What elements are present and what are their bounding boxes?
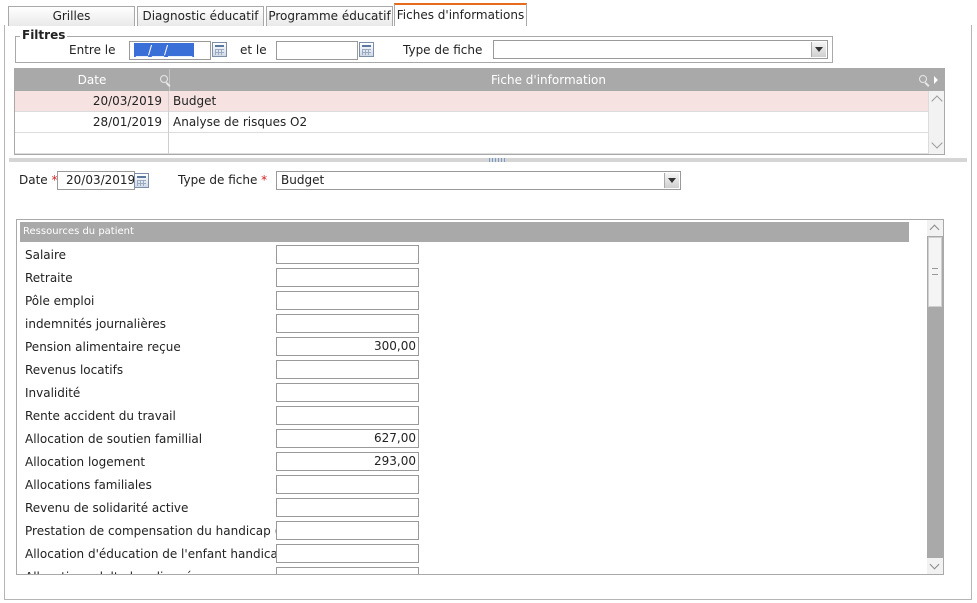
row-fiche bbox=[170, 133, 173, 154]
grid-header: Date Fiche d'information bbox=[15, 69, 944, 91]
detail-type-dropdown-icon[interactable] bbox=[664, 173, 679, 188]
filters-legend: Filtres bbox=[20, 28, 68, 42]
detail-type-value: Budget bbox=[281, 173, 325, 187]
field-input[interactable] bbox=[276, 521, 419, 540]
row-date bbox=[15, 133, 169, 154]
field-label: Retraite bbox=[25, 271, 73, 285]
field-input[interactable] bbox=[276, 498, 419, 517]
field-label: Pôle emploi bbox=[25, 294, 95, 308]
detail-type-label: Type de fiche * bbox=[178, 173, 268, 187]
field-input[interactable]: 627,00 bbox=[276, 429, 419, 448]
to-date-calendar-icon[interactable] bbox=[359, 42, 374, 57]
form-scrollbar[interactable] bbox=[927, 220, 943, 574]
field-label: indemnités journalières bbox=[25, 317, 167, 331]
table-row[interactable] bbox=[15, 133, 928, 154]
tab-grilles[interactable]: Grilles bbox=[8, 6, 135, 26]
resources-form: Ressources du patient Salaire Retraite Pôl… bbox=[16, 219, 944, 575]
field-input[interactable]: 293,00 bbox=[276, 452, 419, 471]
type-filter-select[interactable] bbox=[493, 40, 828, 59]
field-input[interactable] bbox=[276, 268, 419, 287]
grid-scrollbar[interactable] bbox=[928, 91, 944, 154]
field-input[interactable] bbox=[276, 475, 419, 494]
tab-fiches-informations[interactable]: Fiches d'informations bbox=[394, 3, 527, 26]
field-input[interactable] bbox=[276, 383, 419, 402]
scroll-down-button[interactable] bbox=[927, 558, 943, 574]
field-input[interactable]: 300,00 bbox=[276, 337, 419, 356]
column-menu-icon[interactable] bbox=[934, 76, 938, 84]
column-header-fiche[interactable]: Fiche d'information bbox=[171, 69, 926, 91]
type-filter-dropdown-icon[interactable] bbox=[811, 42, 826, 57]
search-icon[interactable] bbox=[919, 75, 927, 83]
field-label: Revenus locatifs bbox=[25, 363, 124, 377]
detail-date-field[interactable]: 20/03/2019 bbox=[57, 171, 135, 190]
field-label: Allocation adulte handicapé bbox=[25, 569, 277, 574]
detail-date-label: Date * bbox=[19, 173, 58, 187]
panel-splitter[interactable] bbox=[9, 158, 967, 162]
tab-diagnostic-educatif[interactable]: Diagnostic éducatif bbox=[137, 6, 264, 26]
detail-type-select[interactable]: Budget bbox=[276, 171, 681, 190]
from-date-calendar-icon[interactable] bbox=[212, 42, 227, 57]
tab-programme-educatif[interactable]: Programme éducatif bbox=[266, 6, 393, 26]
scroll-up-icon[interactable] bbox=[931, 95, 943, 107]
table-row[interactable]: 28/01/2019 Analyse de risques O2 bbox=[15, 112, 928, 133]
fiches-grid: Date Fiche d'information 20/03/2019 Budg… bbox=[14, 68, 945, 155]
field-label: Revenu de solidarité active bbox=[25, 501, 189, 515]
from-date-label: Entre le bbox=[69, 43, 116, 57]
column-header-date[interactable]: Date bbox=[15, 69, 170, 91]
scroll-down-icon[interactable] bbox=[931, 137, 943, 149]
type-filter-label: Type de fiche bbox=[403, 43, 483, 57]
field-label: Allocation de soutien famillial bbox=[25, 432, 203, 446]
section-title: Ressources du patient bbox=[20, 222, 909, 242]
field-label: Allocation d'éducation de l'enfant handi… bbox=[25, 547, 277, 561]
field-label: Pension alimentaire reçue bbox=[25, 340, 181, 354]
field-label: Prestation de compensation du handicap (… bbox=[25, 524, 277, 538]
field-input[interactable] bbox=[276, 360, 419, 379]
splitter-grip-icon[interactable] bbox=[489, 158, 505, 162]
row-date: 28/01/2019 bbox=[15, 112, 169, 133]
to-date-label: et le bbox=[240, 43, 267, 57]
field-input[interactable] bbox=[276, 406, 419, 425]
field-input[interactable] bbox=[276, 291, 419, 310]
row-fiche: Budget bbox=[173, 94, 217, 108]
chevron-down-icon bbox=[929, 559, 940, 570]
from-date-field[interactable]: __/__/____ bbox=[129, 41, 211, 60]
detail-date-calendar-icon[interactable] bbox=[134, 173, 149, 188]
field-label: Salaire bbox=[25, 248, 67, 262]
scroll-thumb[interactable] bbox=[928, 237, 942, 307]
field-input[interactable] bbox=[276, 544, 419, 563]
field-input[interactable] bbox=[276, 567, 419, 574]
search-icon[interactable] bbox=[160, 75, 168, 83]
field-label: Allocation logement bbox=[25, 455, 146, 469]
from-date-value: __/__/____ bbox=[134, 43, 195, 57]
field-label: Allocations familiales bbox=[25, 478, 152, 492]
to-date-field[interactable] bbox=[276, 41, 358, 60]
field-input[interactable] bbox=[276, 314, 419, 333]
chevron-up-icon bbox=[929, 224, 940, 235]
scroll-up-button[interactable] bbox=[927, 220, 943, 236]
row-fiche: Analyse de risques O2 bbox=[173, 115, 308, 129]
field-input[interactable] bbox=[276, 245, 419, 264]
field-label: Invalidité bbox=[25, 386, 81, 400]
row-date: 20/03/2019 bbox=[15, 91, 169, 112]
table-row[interactable]: 20/03/2019 Budget bbox=[15, 91, 928, 112]
field-label: Rente accident du travail bbox=[25, 409, 176, 423]
